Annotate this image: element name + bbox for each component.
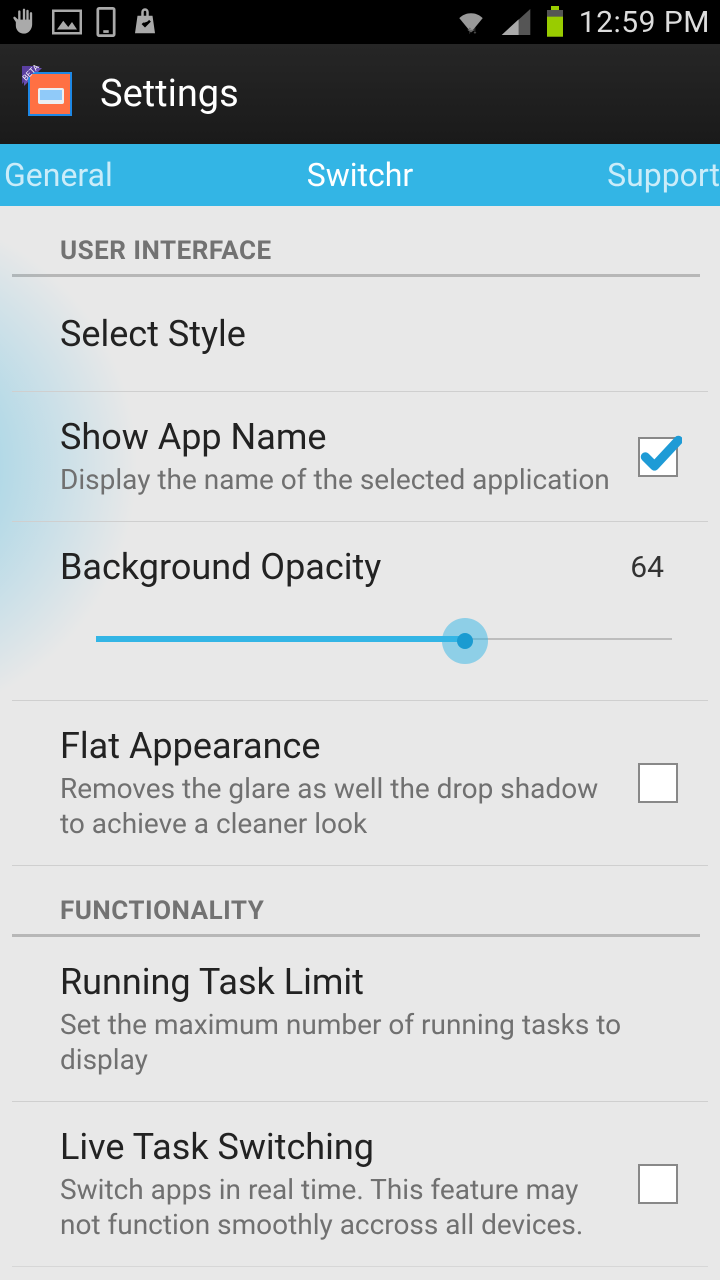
- svg-text:↑↓: ↑↓: [467, 24, 477, 35]
- pref-running-task-limit[interactable]: Running Task Limit Set the maximum numbe…: [12, 937, 708, 1102]
- pref-title: Running Task Limit: [60, 961, 658, 1003]
- battery-icon: [545, 6, 565, 38]
- pref-show-app-name[interactable]: Show App Name Display the name of the se…: [12, 392, 708, 522]
- pref-background-opacity[interactable]: Background Opacity 64: [12, 522, 708, 701]
- checkbox-show-app-name[interactable]: [638, 437, 678, 477]
- status-system: ↑↓ 12:59 PM: [455, 5, 710, 40]
- wifi-icon: ↑↓: [455, 9, 487, 35]
- tab-label: General: [4, 156, 113, 194]
- settings-content[interactable]: USER INTERFACE Select Style Show App Nam…: [0, 206, 720, 1280]
- tab-support[interactable]: Support: [601, 144, 720, 206]
- status-time: 12:59 PM: [579, 5, 710, 40]
- hand-icon: [10, 8, 38, 36]
- shopping-bag-icon: [130, 7, 160, 37]
- pref-summary: Set the maximum number of running tasks …: [60, 1007, 658, 1077]
- pref-summary: Switch apps in real time. This feature m…: [60, 1172, 618, 1242]
- status-notifications: [10, 7, 160, 37]
- section-header-functionality: FUNCTIONALITY: [12, 866, 700, 937]
- opacity-slider[interactable]: [60, 606, 678, 676]
- pref-title: Select Style: [60, 313, 658, 355]
- slider-thumb-inner: [457, 633, 473, 649]
- phone-icon: [96, 7, 116, 37]
- image-icon: [52, 9, 82, 35]
- pref-title: Flat Appearance: [60, 725, 618, 767]
- pref-summary: Display the name of the selected applica…: [60, 462, 618, 497]
- page-title: Settings: [100, 72, 239, 116]
- tab-switchr[interactable]: Switchr: [119, 144, 601, 206]
- pref-live-task-switching[interactable]: Live Task Switching Switch apps in real …: [12, 1102, 708, 1267]
- pref-summary: Removes the glare as well the drop shado…: [60, 771, 618, 841]
- slider-fill: [96, 636, 465, 642]
- tab-label: Switchr: [307, 156, 414, 194]
- signal-icon: [501, 9, 531, 35]
- pref-flat-appearance[interactable]: Flat Appearance Removes the glare as wel…: [12, 701, 708, 866]
- status-bar: ↑↓ 12:59 PM: [0, 0, 720, 44]
- pref-title: Live Task Switching: [60, 1126, 618, 1168]
- tab-bar: General Switchr Support: [0, 144, 720, 206]
- section-header-gestures: GESTURES: [12, 1267, 700, 1280]
- action-bar: BETA Settings: [0, 44, 720, 144]
- tab-general[interactable]: General: [0, 144, 119, 206]
- pref-title: Background Opacity: [60, 546, 381, 588]
- tab-label: Support: [607, 156, 720, 194]
- section-header-ui: USER INTERFACE: [12, 206, 700, 277]
- app-icon[interactable]: BETA: [18, 62, 82, 126]
- pref-select-style[interactable]: Select Style: [12, 277, 708, 392]
- pref-value: 64: [630, 550, 678, 585]
- checkbox-flat-appearance[interactable]: [638, 763, 678, 803]
- slider-thumb[interactable]: [442, 618, 488, 664]
- checkbox-live-task-switching[interactable]: [638, 1164, 678, 1204]
- pref-title: Show App Name: [60, 416, 618, 458]
